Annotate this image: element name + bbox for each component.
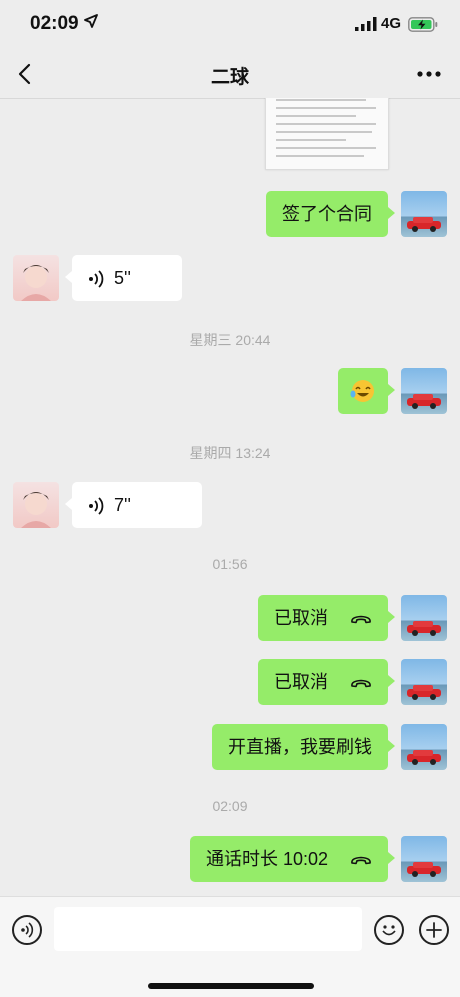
timestamp: 02:09 xyxy=(212,798,248,814)
contact-avatar[interactable] xyxy=(13,482,59,528)
home-indicator[interactable] xyxy=(148,983,314,989)
timestamp: 星期四 13:24 xyxy=(189,445,271,461)
my-avatar[interactable] xyxy=(401,836,447,882)
input-bar xyxy=(0,896,460,997)
my-avatar[interactable] xyxy=(401,595,447,641)
voice-duration: 7'' xyxy=(114,495,131,515)
signal-icon xyxy=(355,17,377,31)
call-message[interactable]: 通话时长 10:02 xyxy=(189,836,396,882)
battery-icon xyxy=(408,17,438,32)
message-input[interactable] xyxy=(54,907,362,951)
voice-icon xyxy=(21,922,34,938)
voice-input-button[interactable] xyxy=(12,915,42,945)
message-bubble[interactable]: 开直播，我要刷钱 xyxy=(212,724,395,770)
message-bubble[interactable]: 签了个合同 xyxy=(266,191,395,237)
navigation-bar: 二球 xyxy=(0,50,460,99)
call-duration: 通话时长 10:02 xyxy=(205,849,328,869)
call-message[interactable]: 已取消 xyxy=(258,595,395,641)
my-avatar[interactable] xyxy=(401,368,447,414)
status-time: 02:09 xyxy=(30,13,79,34)
document-image[interactable] xyxy=(265,98,389,170)
laughing-emoji-icon xyxy=(350,380,374,402)
voice-message[interactable]: 5'' xyxy=(65,255,182,301)
phone-hangup-icon xyxy=(351,679,371,688)
voice-icon xyxy=(89,270,104,288)
more-functions-button[interactable] xyxy=(419,915,449,945)
phone-hangup-icon xyxy=(351,856,371,865)
call-status: 已取消 xyxy=(274,672,328,692)
location-arrow-icon xyxy=(84,14,98,28)
voice-message[interactable]: 7'' xyxy=(65,482,202,528)
timestamp: 01:56 xyxy=(212,556,248,572)
contact-avatar[interactable] xyxy=(13,255,59,301)
voice-icon xyxy=(89,497,104,515)
chat-area[interactable]: 签了个合同 5'' 星期三 20:44 星期四 13:24 7'' 01:56 … xyxy=(0,98,460,896)
emoji-message[interactable] xyxy=(338,368,395,414)
more-icon[interactable] xyxy=(416,64,442,84)
voice-duration: 5'' xyxy=(114,268,131,288)
emoji-icon xyxy=(382,925,396,936)
my-avatar[interactable] xyxy=(401,724,447,770)
network-type: 4G xyxy=(381,15,402,32)
plus-icon xyxy=(426,922,442,938)
chat-title: 二球 xyxy=(210,67,249,88)
emoji-button[interactable] xyxy=(374,915,404,945)
timestamp: 星期三 20:44 xyxy=(189,332,271,348)
status-bar: 02:09 4G xyxy=(0,0,460,50)
my-avatar[interactable] xyxy=(401,191,447,237)
my-avatar[interactable] xyxy=(401,659,447,705)
call-status: 已取消 xyxy=(274,608,328,628)
call-message[interactable]: 已取消 xyxy=(258,659,395,705)
phone-hangup-icon xyxy=(351,615,371,624)
